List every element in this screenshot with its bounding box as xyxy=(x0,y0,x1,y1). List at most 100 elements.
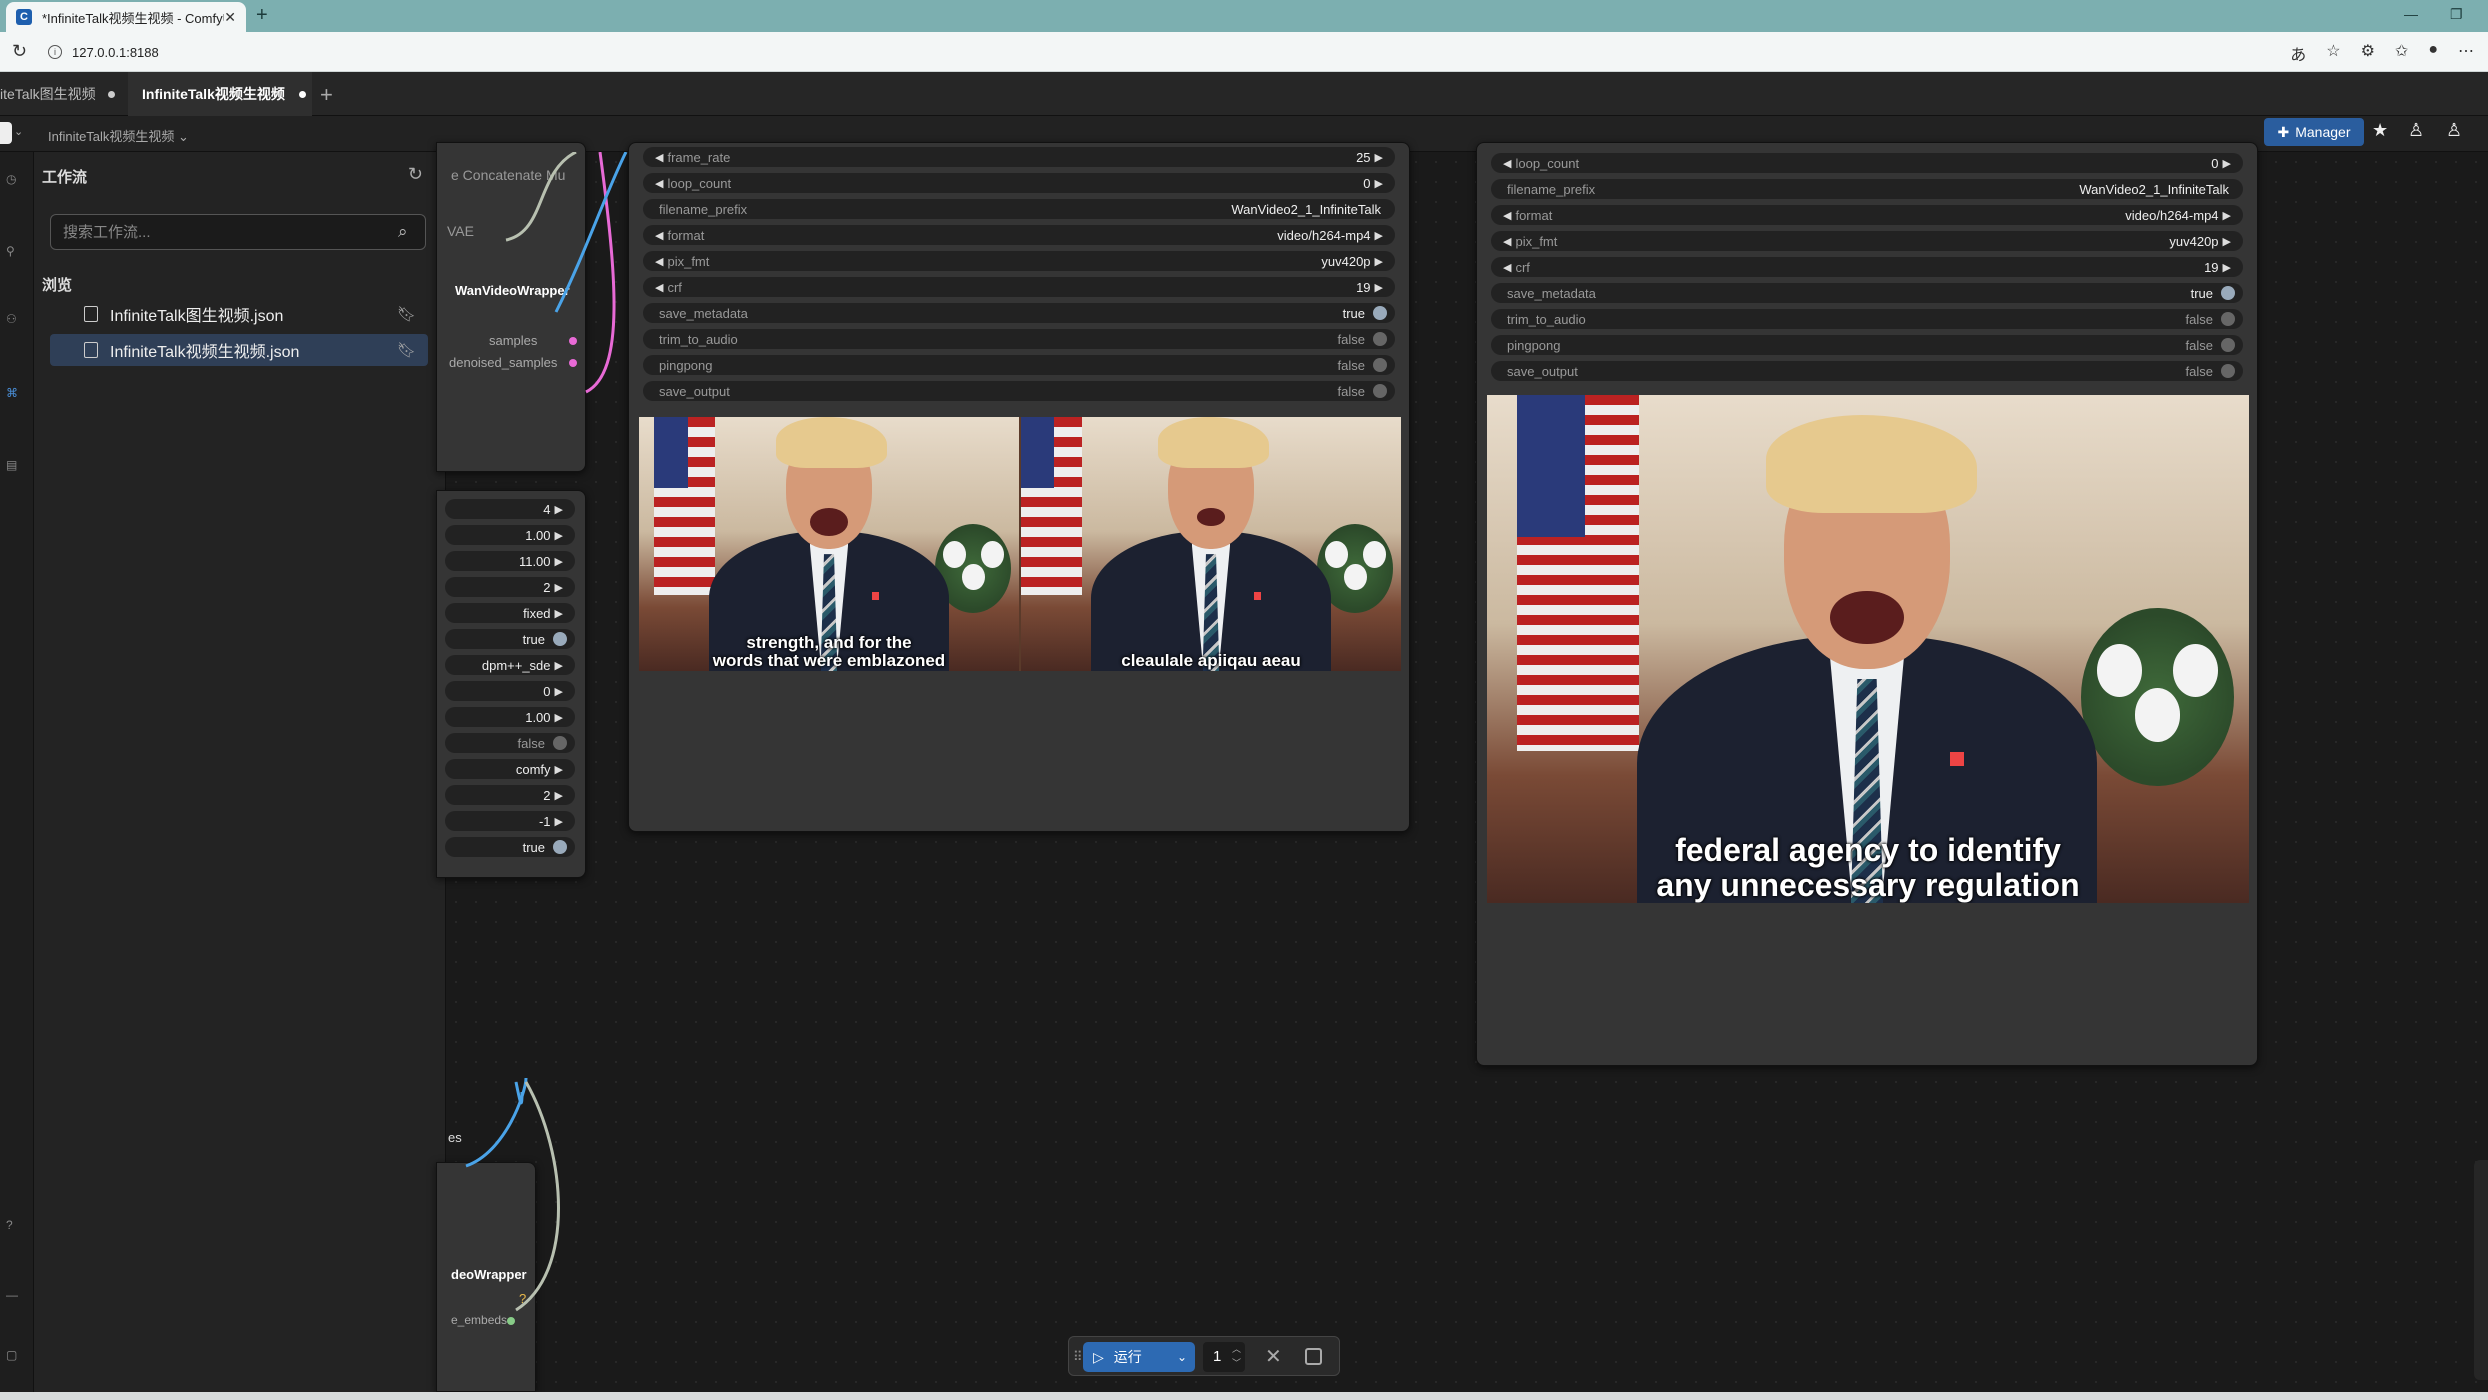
samples-output-dot[interactable] xyxy=(569,337,577,345)
comfy-logo-icon[interactable] xyxy=(0,122,12,144)
widget-format[interactable]: ◀ format video/h264-mp4 ▶ xyxy=(643,225,1395,245)
increment-arrow-icon[interactable]: ▶ xyxy=(1375,151,1383,164)
widget-save-metadata[interactable]: save_metadata true xyxy=(643,303,1395,323)
more-menu-icon[interactable]: ⋯ xyxy=(2458,41,2474,65)
workflow-tab-1[interactable]: iteTalk图生视频 xyxy=(0,72,128,116)
increment-arrow-icon[interactable]: ▶ xyxy=(555,503,563,516)
sampler-widget[interactable]: 0 ▶ xyxy=(445,681,575,701)
widget-pix-fmt[interactable]: ◀ pix_fmt yuv420p ▶ xyxy=(643,251,1395,271)
increment-arrow-icon[interactable]: ▶ xyxy=(555,607,563,620)
partial-node-bottom[interactable]: deoWrapper ? e_embeds xyxy=(436,1162,536,1392)
workflows-icon[interactable]: ⌘ xyxy=(6,386,18,400)
increment-arrow-icon[interactable]: ▶ xyxy=(555,711,563,724)
extensions-icon[interactable]: ⚙ xyxy=(2361,41,2375,65)
settings-icon[interactable]: ▢ xyxy=(6,1348,17,1362)
decrement-arrow-icon[interactable]: ◀ xyxy=(655,255,663,268)
widget-frame-rate[interactable]: ◀ frame_rate 25 ▶ xyxy=(643,147,1395,167)
decrement-arrow-icon[interactable]: ◀ xyxy=(1503,235,1511,248)
translate-icon[interactable]: あ xyxy=(2290,41,2306,65)
video-preview[interactable]: federal agency to identify any unnecessa… xyxy=(1487,395,2249,903)
increment-arrow-icon[interactable]: ▶ xyxy=(555,763,563,776)
decrement-arrow-icon[interactable]: ◀ xyxy=(655,151,663,164)
toggle-icon[interactable] xyxy=(553,736,567,750)
increment-arrow-icon[interactable]: ▶ xyxy=(2223,261,2231,274)
decrement-arrow-icon[interactable]: ◀ xyxy=(655,229,663,242)
toggle-icon[interactable] xyxy=(1373,358,1387,372)
stepper-arrows-icon[interactable]: ︿ ﹀ xyxy=(1232,1342,1241,1370)
widget-filename-prefix[interactable]: filename_prefix WanVideo2_1_InfiniteTalk xyxy=(643,199,1395,219)
increment-arrow-icon[interactable]: ▶ xyxy=(555,815,563,828)
sampler-widget[interactable]: 1.00 ▶ xyxy=(445,525,575,545)
favorite-star-icon[interactable]: ☆ xyxy=(2326,41,2340,65)
embeds-output-dot[interactable] xyxy=(507,1317,515,1325)
sampler-widget[interactable]: 4 ▶ xyxy=(445,499,575,519)
run-button[interactable]: ▷ 运行 ⌄ xyxy=(1083,1342,1195,1372)
minimize-icon[interactable]: — xyxy=(2404,6,2418,22)
add-workflow-tab-icon[interactable]: + xyxy=(320,82,333,108)
toggle-icon[interactable] xyxy=(553,840,567,854)
increment-arrow-icon[interactable]: ▶ xyxy=(555,581,563,594)
increment-arrow-icon[interactable]: ▶ xyxy=(555,555,563,568)
bookmark-icon[interactable]: 🔖︎ xyxy=(397,341,416,359)
browser-tab[interactable]: C *InfiniteTalk视频生视频 - ComfyUI ✕ xyxy=(6,2,246,32)
increment-arrow-icon[interactable]: ▶ xyxy=(1375,281,1383,294)
templates-icon[interactable]: ▤ xyxy=(6,458,17,472)
toggle-icon[interactable] xyxy=(2221,364,2235,378)
widget-loop-count[interactable]: ◀ loop_count 0 ▶ xyxy=(1491,153,2243,173)
sampler-widget[interactable]: false xyxy=(445,733,575,753)
bookmark-icon[interactable]: 🔖︎ xyxy=(397,305,416,323)
decrement-arrow-icon[interactable]: ◀ xyxy=(1503,209,1511,222)
profile-avatar-icon[interactable]: ● xyxy=(2428,41,2438,65)
widget-pingpong[interactable]: pingpong false xyxy=(1491,335,2243,355)
sampler-widget[interactable]: true xyxy=(445,629,575,649)
toggle-icon[interactable] xyxy=(2221,338,2235,352)
workflow-search-input[interactable] xyxy=(50,214,426,250)
widget-filename-prefix[interactable]: filename_prefix WanVideo2_1_InfiniteTalk xyxy=(1491,179,2243,199)
increment-arrow-icon[interactable]: ▶ xyxy=(1375,255,1383,268)
canvas-tools-strip[interactable] xyxy=(2474,1160,2488,1380)
sampler-widget[interactable]: 2 ▶ xyxy=(445,785,575,805)
sampler-widget[interactable]: fixed ▶ xyxy=(445,603,575,623)
sidebar-item-workflow-1[interactable]: InfiniteTalk图生视频.json 🔖︎ xyxy=(50,298,428,330)
sampler-widget[interactable]: comfy ▶ xyxy=(445,759,575,779)
video-preview-comparison[interactable]: strength, and for the words that were em… xyxy=(639,417,1401,671)
widget-format[interactable]: ◀ format video/h264-mp4 ▶ xyxy=(1491,205,2243,225)
queue-icon[interactable]: ◷ xyxy=(6,172,16,186)
sampler-widget[interactable]: 1.00 ▶ xyxy=(445,707,575,727)
video-combine-node-right[interactable]: ◀ loop_count 0 ▶ filename_prefix WanVideo2_1_… xyxy=(1476,142,2258,1066)
toggle-icon[interactable] xyxy=(1373,306,1387,320)
stop-icon[interactable] xyxy=(1305,1348,1322,1365)
console-icon[interactable]: — xyxy=(6,1288,18,1302)
reload-icon[interactable]: ↻ xyxy=(12,41,27,62)
increment-arrow-icon[interactable]: ▶ xyxy=(1375,177,1383,190)
workflow-tab-2[interactable]: InfiniteTalk视频生视频 xyxy=(128,72,312,116)
increment-arrow-icon[interactable]: ▶ xyxy=(2223,209,2231,222)
increment-arrow-icon[interactable]: ▶ xyxy=(1375,229,1383,242)
user-alt-icon[interactable]: ♙ xyxy=(2446,120,2462,141)
decrement-arrow-icon[interactable]: ◀ xyxy=(1503,261,1511,274)
widget-crf[interactable]: ◀ crf 19 ▶ xyxy=(643,277,1395,297)
widget-save-metadata[interactable]: save_metadata true xyxy=(1491,283,2243,303)
node-canvas[interactable]: e Concatenate Mu VAE WanVideoWrapper sam… xyxy=(436,142,2488,1392)
widget-trim-to-audio[interactable]: trim_to_audio false xyxy=(643,329,1395,349)
sampler-widget[interactable]: 2 ▶ xyxy=(445,577,575,597)
url-field[interactable]: i 127.0.0.1:8188 xyxy=(48,38,2248,66)
sampler-widget[interactable]: -1 ▶ xyxy=(445,811,575,831)
help-icon[interactable]: ? xyxy=(6,1218,13,1232)
breadcrumb[interactable]: InfiniteTalk视频生视频 ⌄ xyxy=(48,126,189,145)
sampler-node-partial[interactable]: 4 ▶ 1.00 ▶ 11.00 ▶ 2 ▶ fixed ▶ true dpm++_sde ▶ 0 ▶ 1.0… xyxy=(436,490,586,878)
widget-save-output[interactable]: save_output false xyxy=(1491,361,2243,381)
widget-save-output[interactable]: save_output false xyxy=(643,381,1395,401)
toggle-icon[interactable] xyxy=(553,632,567,646)
widget-trim-to-audio[interactable]: trim_to_audio false xyxy=(1491,309,2243,329)
cancel-icon[interactable]: ✕ xyxy=(1265,1344,1282,1369)
increment-arrow-icon[interactable]: ▶ xyxy=(555,685,563,698)
site-info-icon[interactable]: i xyxy=(48,45,62,59)
model-library-icon[interactable]: ⚇ xyxy=(6,312,17,326)
widget-pingpong[interactable]: pingpong false xyxy=(643,355,1395,375)
decrement-arrow-icon[interactable]: ◀ xyxy=(655,177,663,190)
toggle-icon[interactable] xyxy=(1373,332,1387,346)
increment-arrow-icon[interactable]: ▶ xyxy=(555,789,563,802)
toggle-icon[interactable] xyxy=(2221,286,2235,300)
manager-button[interactable]: ✚ Manager xyxy=(2264,118,2364,146)
